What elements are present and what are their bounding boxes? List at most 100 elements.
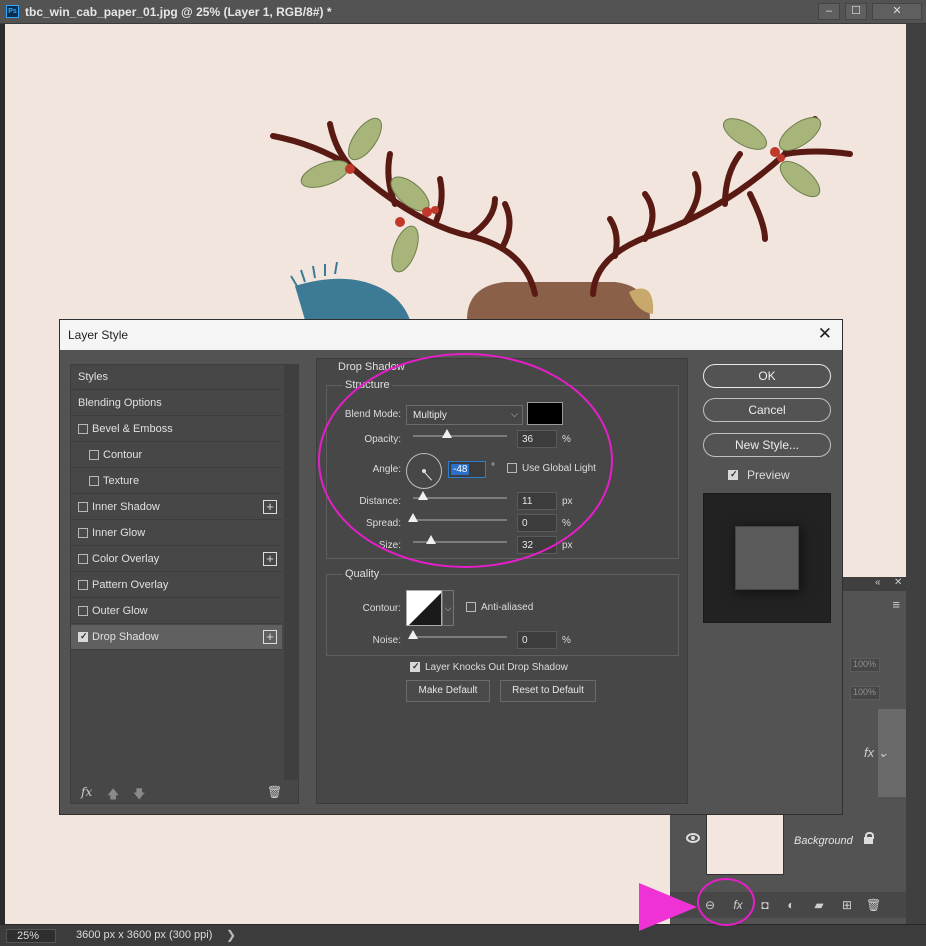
add-mask-icon[interactable]: ◘ <box>758 898 772 912</box>
style-item-contour[interactable]: Contour <box>71 443 282 468</box>
anti-aliased-checkbox[interactable] <box>466 602 476 612</box>
cancel-button[interactable]: Cancel <box>703 398 831 422</box>
opacity-slider-thumb[interactable] <box>442 429 452 438</box>
noise-slider-thumb[interactable] <box>408 630 418 639</box>
visibility-eye-icon[interactable] <box>686 833 700 843</box>
collapse-panel-icon[interactable]: « <box>875 577 881 588</box>
style-checkbox[interactable] <box>78 580 88 590</box>
style-item-bevel-emboss[interactable]: Bevel & Emboss <box>71 417 282 442</box>
blend-mode-select[interactable]: Multiply ⌵ <box>406 405 523 425</box>
opacity-input[interactable]: 36 <box>517 430 557 448</box>
add-effect-plus-icon[interactable]: + <box>263 630 277 644</box>
noise-slider[interactable] <box>408 630 507 639</box>
style-checkbox[interactable] <box>78 424 88 434</box>
opacity-slider[interactable] <box>413 429 507 438</box>
close-panel-icon[interactable]: ✕ <box>894 577 902 588</box>
spread-input[interactable]: 0 <box>517 514 557 532</box>
add-effect-plus-icon[interactable]: + <box>263 500 277 514</box>
link-layers-icon[interactable]: ⊖ <box>703 898 717 912</box>
reindeer-artwork <box>270 116 853 320</box>
adjustment-layer-icon[interactable]: ◐ <box>784 898 798 912</box>
layer-effects-icon[interactable]: fx ⌄ <box>864 745 889 761</box>
style-item-label: Outer Glow <box>92 605 148 617</box>
style-item-label: Inner Shadow <box>92 501 160 513</box>
vertical-scrollbar[interactable] <box>906 24 926 924</box>
fill-field[interactable]: 100% <box>850 686 880 700</box>
new-style-button[interactable]: New Style... <box>703 433 831 457</box>
shadow-color-swatch[interactable] <box>527 402 563 425</box>
style-checkbox[interactable] <box>89 450 99 460</box>
angle-dial[interactable] <box>406 453 442 489</box>
minimize-button[interactable]: – <box>818 3 840 20</box>
style-checkbox[interactable] <box>78 502 88 512</box>
add-effect-plus-icon[interactable]: + <box>263 552 277 566</box>
spread-slider[interactable] <box>408 513 507 522</box>
noise-input[interactable]: 0 <box>517 631 557 649</box>
style-checkbox[interactable] <box>78 554 88 564</box>
style-item-styles[interactable]: Styles <box>71 365 282 390</box>
new-layer-icon[interactable]: ⊞ <box>840 898 854 912</box>
style-item-pattern-overlay[interactable]: Pattern Overlay <box>71 573 282 598</box>
distance-slider[interactable] <box>413 491 507 500</box>
styles-list-scrollbar[interactable] <box>284 365 298 780</box>
size-slider[interactable] <box>413 535 507 544</box>
structure-heading: Structure <box>343 379 392 391</box>
style-item-label: Styles <box>78 371 108 383</box>
maximize-button[interactable]: ☐ <box>845 3 867 20</box>
style-checkbox[interactable] <box>78 631 88 642</box>
move-up-arrow-icon[interactable]: 🡅 <box>107 785 119 806</box>
knockout-checkbox[interactable] <box>410 661 420 672</box>
ok-button[interactable]: OK <box>703 364 831 388</box>
opacity-label: Opacity: <box>364 434 401 445</box>
style-item-outer-glow[interactable]: Outer Glow <box>71 599 282 624</box>
size-slider-thumb[interactable] <box>426 535 436 544</box>
move-down-arrow-icon[interactable]: 🡇 <box>133 785 145 806</box>
panel-menu-icon[interactable]: ≡ <box>892 597 900 612</box>
status-bar: 25% 3600 px x 3600 px (300 ppi) ❯ <box>0 924 926 946</box>
size-unit: px <box>562 540 573 551</box>
distance-label: Distance: <box>359 496 401 507</box>
new-group-folder-icon[interactable]: ▰ <box>812 898 826 912</box>
style-item-label: Texture <box>103 475 140 487</box>
reset-to-default-button[interactable]: Reset to Default <box>500 680 596 702</box>
style-item-color-overlay[interactable]: Color Overlay + <box>71 547 282 572</box>
distance-input[interactable]: 11 <box>517 492 557 510</box>
style-checkbox[interactable] <box>78 606 88 616</box>
make-default-button[interactable]: Make Default <box>406 680 490 702</box>
delete-layer-trash-icon[interactable]: 🗑 <box>866 898 881 912</box>
contour-preview[interactable] <box>406 590 442 626</box>
knockout-label: Layer Knocks Out Drop Shadow <box>425 662 568 673</box>
delete-effect-trash-icon[interactable]: 🗑 <box>267 785 282 799</box>
style-item-label: Pattern Overlay <box>92 579 169 591</box>
style-item-blending-options[interactable]: Blending Options <box>71 391 282 416</box>
zoom-level-field[interactable]: 25% <box>6 929 56 943</box>
style-checkbox[interactable] <box>89 476 99 486</box>
style-checkbox[interactable] <box>78 528 88 538</box>
dialog-close-icon[interactable]: ✕ <box>818 325 832 343</box>
right-antler <box>590 116 853 297</box>
angle-input[interactable]: -48 <box>448 461 486 478</box>
distance-slider-thumb[interactable] <box>418 491 428 500</box>
preview-checkbox[interactable] <box>728 469 738 480</box>
lock-icon <box>864 832 874 844</box>
spread-slider-thumb[interactable] <box>408 513 418 522</box>
style-item-drop-shadow[interactable]: Drop Shadow + <box>71 625 282 650</box>
layers-panel-toolbar: ⊖ fx ◘ ◐ ▰ ⊞ 🗑 <box>670 892 906 918</box>
style-item-label: Drop Shadow <box>92 631 159 643</box>
use-global-light-checkbox[interactable] <box>507 463 517 473</box>
styles-list-footer: fx 🡅 🡇 🗑 <box>71 781 282 803</box>
close-window-button[interactable]: ✕ <box>872 3 922 20</box>
layer-effects-chevron-icon[interactable]: ⌄ <box>878 745 889 760</box>
contour-dropdown-icon[interactable]: ⌵ <box>442 590 454 626</box>
style-item-inner-shadow[interactable]: Inner Shadow + <box>71 495 282 520</box>
background-layer-thumbnail <box>706 805 784 875</box>
add-layer-style-fx-icon[interactable]: fx <box>731 898 745 912</box>
status-menu-arrow-icon[interactable]: ❯ <box>226 928 236 942</box>
opacity-field[interactable]: 100% <box>850 658 880 672</box>
chevron-down-icon: ⌵ <box>511 409 518 419</box>
fx-menu-icon[interactable]: fx <box>81 785 92 799</box>
style-item-texture[interactable]: Texture <box>71 469 282 494</box>
styles-list: Styles Blending Options Bevel & Emboss Cont… <box>70 364 299 804</box>
size-input[interactable]: 32 <box>517 536 557 554</box>
style-item-inner-glow[interactable]: Inner Glow <box>71 521 282 546</box>
